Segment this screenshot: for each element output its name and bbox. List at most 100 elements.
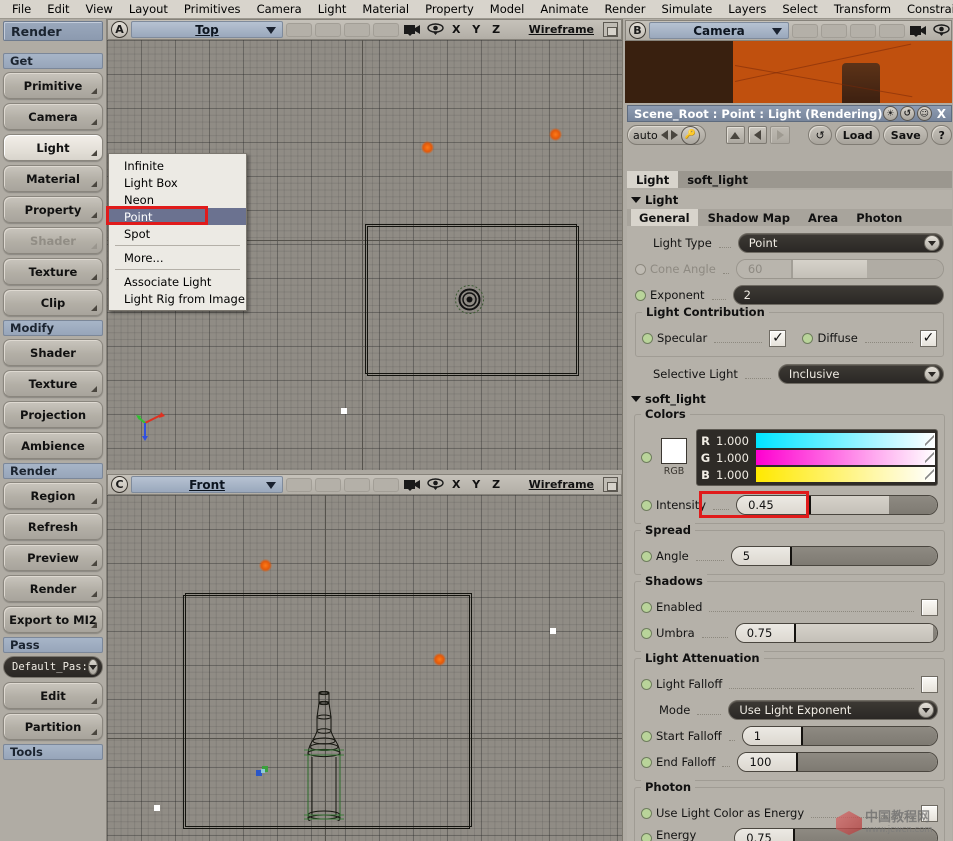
- modify-projection-button[interactable]: Projection: [3, 401, 103, 428]
- menu-item-file[interactable]: File: [4, 1, 39, 17]
- eye-icon[interactable]: [425, 21, 445, 38]
- pass-partition-button[interactable]: Partition: [3, 713, 103, 740]
- viewport-maximize-icon[interactable]: [603, 477, 618, 492]
- menu-item-layers[interactable]: Layers: [720, 1, 774, 17]
- get-camera-button[interactable]: Camera: [3, 103, 103, 130]
- auto-key-control[interactable]: auto 🔑: [627, 125, 706, 145]
- specular-animation-dot[interactable]: [642, 332, 653, 344]
- menu-item-transform[interactable]: Transform: [826, 1, 899, 17]
- viewport-letter-c[interactable]: C: [111, 476, 128, 493]
- refresh-icon[interactable]: ↺: [899, 106, 915, 121]
- viewport-layout-slot-1[interactable]: [286, 477, 312, 492]
- menu-item-material[interactable]: Material: [354, 1, 417, 17]
- channel-knob[interactable]: [925, 467, 934, 482]
- menu-item-property[interactable]: Property: [417, 1, 482, 17]
- render-refresh-button[interactable]: Refresh: [3, 513, 103, 540]
- start-falloff-animation-dot[interactable]: [641, 730, 652, 742]
- viewport-front[interactable]: C Front X Y Z Wireframe: [107, 474, 622, 841]
- end-falloff-animation-dot[interactable]: [641, 756, 652, 768]
- viewport-layout-slot-3[interactable]: [344, 22, 370, 37]
- menu-item-light[interactable]: Light: [310, 1, 355, 17]
- viewport-layout-slot-3[interactable]: [850, 23, 876, 38]
- falloff-animation-dot[interactable]: [641, 678, 652, 690]
- viewport-top-axes[interactable]: X Y Z: [448, 23, 504, 36]
- shadow-enabled-animation-dot[interactable]: [641, 601, 652, 613]
- light-type-select[interactable]: Point: [737, 233, 944, 253]
- channel-row-r[interactable]: R 1.000: [699, 432, 935, 449]
- light-type-menu[interactable]: Infinite Light Box Neon Point Spot More.…: [108, 153, 247, 311]
- pass-select[interactable]: Default_Pas:: [3, 656, 103, 678]
- render-region-button[interactable]: Region: [3, 482, 103, 509]
- viewport-letter-b[interactable]: B: [629, 22, 646, 39]
- energy-animation-dot[interactable]: [641, 833, 652, 841]
- channel-knob[interactable]: [925, 433, 934, 448]
- render-preview-button[interactable]: Preview: [3, 544, 103, 571]
- shadow-enabled-checkbox[interactable]: [921, 598, 938, 616]
- expand-arrow-icon[interactable]: [91, 181, 97, 187]
- get-light-button[interactable]: Light: [3, 134, 103, 161]
- viewport-layout-slot-2[interactable]: [821, 23, 847, 38]
- channel-row-g[interactable]: G 1.000: [699, 449, 935, 466]
- viewport-camera-name-select[interactable]: Camera: [649, 22, 789, 39]
- viewport-layout-slot-4[interactable]: [373, 477, 399, 492]
- diffuse-checkbox[interactable]: ✓: [920, 329, 938, 347]
- light-gizmo-1[interactable]: [421, 141, 434, 154]
- camera-icon[interactable]: [908, 22, 928, 39]
- tab-soft-light[interactable]: soft_light: [678, 171, 757, 188]
- end-falloff-slider[interactable]: 100: [737, 752, 938, 772]
- viewport-front-canvas[interactable]: [107, 495, 622, 841]
- camera-icon[interactable]: [402, 476, 422, 493]
- chevron-down-icon[interactable]: [266, 482, 276, 489]
- get-property-button[interactable]: Property: [3, 196, 103, 223]
- umbra-slider[interactable]: 0.75: [734, 623, 938, 643]
- key-icon[interactable]: 🔑: [680, 125, 700, 145]
- viewport-front-name-select[interactable]: Front: [131, 476, 283, 493]
- viewport-top-display-mode[interactable]: Wireframe: [529, 23, 600, 36]
- viewport-letter-a[interactable]: A: [111, 21, 128, 38]
- get-material-button[interactable]: Material: [3, 165, 103, 192]
- expand-arrow-icon[interactable]: [91, 560, 97, 566]
- property-scroll-area[interactable]: Light General Shadow Map Area Photon Lig…: [627, 190, 952, 841]
- viewport-front-axes[interactable]: X Y Z: [448, 478, 504, 491]
- channel-row-b[interactable]: B 1.000: [699, 466, 935, 483]
- bottle-wireframe-model[interactable]: [302, 690, 346, 824]
- viewport-layout-slot-2[interactable]: [315, 22, 341, 37]
- subtab-general[interactable]: General: [631, 209, 698, 226]
- viewport-layout-slot-4[interactable]: [373, 22, 399, 37]
- viewport-top-name-select[interactable]: Top: [131, 21, 283, 38]
- expand-arrow-icon[interactable]: [91, 698, 97, 704]
- expand-arrow-icon[interactable]: [91, 386, 97, 392]
- camera-icon[interactable]: [402, 21, 422, 38]
- render-render-button[interactable]: Render: [3, 575, 103, 602]
- selected-light-gizmo[interactable]: [453, 283, 486, 316]
- menu-item-model[interactable]: Model: [482, 1, 533, 17]
- save-button[interactable]: Save: [883, 125, 929, 145]
- modify-ambience-button[interactable]: Ambience: [3, 432, 103, 459]
- chevron-down-icon[interactable]: [266, 27, 276, 34]
- menu-option-light-rig-from-image[interactable]: Light Rig from Image: [109, 290, 246, 307]
- light-falloff-checkbox[interactable]: [921, 675, 938, 693]
- expand-arrow-icon[interactable]: [91, 274, 97, 280]
- menu-item-edit[interactable]: Edit: [39, 1, 77, 17]
- menu-option-associate-light[interactable]: Associate Light: [109, 273, 246, 290]
- viewport-front-display-mode[interactable]: Wireframe: [529, 478, 600, 491]
- undo-button[interactable]: ↺: [808, 125, 833, 145]
- expand-arrow-icon[interactable]: [91, 622, 97, 628]
- menu-option-point[interactable]: Point: [109, 208, 246, 225]
- chevron-down-icon[interactable]: [924, 366, 940, 382]
- chevron-down-icon[interactable]: [772, 28, 782, 35]
- diffuse-animation-dot[interactable]: [802, 332, 814, 344]
- expand-arrow-icon[interactable]: [91, 729, 97, 735]
- viewport-layout-slot-1[interactable]: [792, 23, 818, 38]
- start-falloff-slider[interactable]: 1: [741, 726, 938, 746]
- glasses-icon[interactable]: ☀: [882, 106, 898, 121]
- falloff-mode-select[interactable]: Use Light Exponent: [728, 700, 938, 720]
- menu-item-layout[interactable]: Layout: [121, 1, 176, 17]
- expand-arrow-icon[interactable]: [91, 212, 97, 218]
- selective-light-select[interactable]: Inclusive: [777, 364, 944, 384]
- person-icon[interactable]: ☺: [916, 106, 932, 121]
- color-animation-dot[interactable]: [641, 452, 652, 463]
- get-primitive-button[interactable]: Primitive: [3, 72, 103, 99]
- cone-angle-animation-dot[interactable]: [635, 263, 646, 275]
- menu-item-simulate[interactable]: Simulate: [653, 1, 720, 17]
